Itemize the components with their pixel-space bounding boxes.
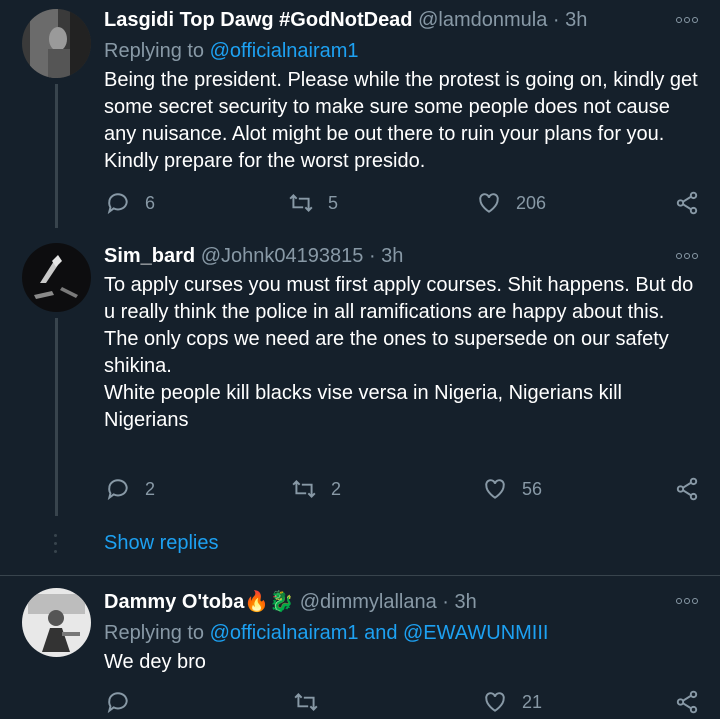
tweet-2[interactable]: Sim_bard @Johnk04193815 · 3h To apply cu…	[0, 228, 720, 574]
more-icon[interactable]	[676, 17, 698, 25]
replying-to: Replying to @officialnairam1 and @EWAWUN…	[104, 621, 548, 645]
reply-button[interactable]: 6	[105, 190, 155, 216]
timestamp[interactable]: · 3h	[442, 591, 476, 613]
retweet-icon	[292, 480, 316, 498]
action-bar: 6 5 206	[0, 190, 720, 220]
display-name[interactable]: Sim_bard	[104, 245, 195, 267]
tweet-text: To apply curses you must first apply cou…	[104, 274, 694, 431]
like-button[interactable]: 206	[476, 190, 546, 216]
handle[interactable]: @Johnk04193815	[201, 245, 364, 267]
reply-icon	[107, 692, 128, 714]
reply-icon	[107, 479, 128, 501]
like-icon	[485, 479, 505, 499]
avatar-image	[22, 588, 91, 657]
action-bar: 21	[0, 689, 720, 719]
retweet-icon	[289, 194, 313, 212]
avatar-image	[22, 9, 91, 78]
retweet-count: 2	[331, 478, 342, 499]
display-name[interactable]: Lasgidi Top Dawg #GodNotDead	[104, 9, 413, 31]
avatar-image	[22, 243, 91, 312]
more-icon[interactable]	[676, 253, 698, 261]
share-icon	[676, 191, 698, 215]
handle[interactable]: @dimmylallana	[300, 591, 437, 613]
like-button[interactable]: 21	[482, 689, 542, 715]
like-count: 206	[516, 192, 547, 213]
share-button[interactable]	[674, 689, 700, 715]
handle[interactable]: @lamdonmula	[418, 9, 547, 31]
timestamp[interactable]: · 3h	[553, 9, 587, 31]
reply-count: 6	[145, 192, 156, 213]
retweet-button[interactable]	[293, 689, 333, 715]
replying-label: Replying to	[104, 40, 210, 62]
share-button[interactable]	[674, 476, 700, 502]
action-bar: 2 2 56	[0, 476, 720, 506]
share-button[interactable]	[674, 190, 700, 216]
retweet-button[interactable]: 2	[291, 476, 341, 502]
tweet-header: Dammy O'toba🔥🐉 @dimmylallana · 3h	[104, 590, 477, 614]
reply-count: 2	[145, 478, 156, 499]
avatar[interactable]	[22, 9, 91, 78]
thread-dots	[54, 534, 57, 553]
like-icon	[479, 193, 499, 213]
like-icon	[485, 692, 505, 712]
show-replies-link[interactable]: Show replies	[104, 532, 219, 555]
tweet-header: Sim_bard @Johnk04193815 · 3h	[104, 244, 403, 268]
avatar[interactable]	[22, 243, 91, 312]
like-count: 56	[522, 478, 543, 499]
retweet-icon	[294, 693, 318, 711]
more-icon[interactable]	[676, 598, 698, 606]
timestamp[interactable]: · 3h	[369, 245, 403, 267]
replying-label: Replying to	[104, 622, 210, 644]
reply-button[interactable]	[105, 689, 145, 715]
replying-to: Replying to @officialnairam1	[104, 39, 359, 63]
retweet-button[interactable]: 5	[288, 190, 338, 216]
tweet-text: We dey bro	[104, 651, 206, 673]
retweet-count: 5	[328, 192, 339, 213]
tweet-3[interactable]: Dammy O'toba🔥🐉 @dimmylallana · 3h Replyi…	[0, 576, 720, 714]
like-button[interactable]: 56	[482, 476, 542, 502]
share-icon	[676, 690, 698, 714]
tweet-header: Lasgidi Top Dawg #GodNotDead @lamdonmula…	[104, 8, 587, 32]
share-icon	[676, 477, 698, 501]
reply-icon	[107, 193, 128, 215]
reply-button[interactable]: 2	[105, 476, 155, 502]
display-name[interactable]: Dammy O'toba🔥🐉	[104, 591, 294, 613]
replying-to-link[interactable]: @officialnairam1	[210, 40, 359, 62]
replying-to-link[interactable]: @officialnairam1 and @EWAWUNMIII	[210, 622, 549, 644]
like-count: 21	[522, 691, 543, 712]
tweet-text: Being the president. Please while the pr…	[104, 69, 704, 172]
tweet-1[interactable]: Lasgidi Top Dawg #GodNotDead @lamdonmula…	[0, 0, 720, 228]
avatar[interactable]	[22, 588, 91, 657]
